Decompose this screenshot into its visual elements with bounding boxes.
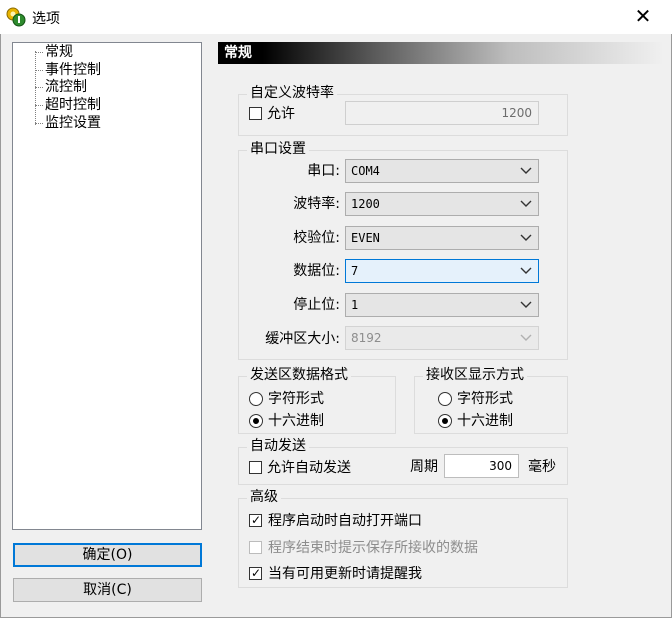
stopbits-select[interactable]: 1	[345, 293, 539, 317]
check-icon: ✓	[251, 513, 262, 527]
send-format-text-label: 字符形式	[268, 391, 324, 407]
close-icon[interactable]: ✕	[632, 5, 654, 27]
allow-auto-send-checkbox[interactable]	[249, 461, 262, 474]
chevron-down-icon	[520, 234, 532, 241]
recv-format-hex-radio[interactable]	[438, 414, 452, 428]
stopbits-label: 停止位:	[293, 297, 340, 313]
stopbits-value: 1	[351, 298, 359, 312]
title-bar: 选项 ✕	[0, 0, 672, 34]
tree-item-monitor-settings[interactable]: 监控设置	[35, 114, 101, 132]
app-options-icon	[6, 7, 26, 27]
radio-selected-dot	[442, 418, 448, 424]
databits-value: 7	[351, 264, 359, 278]
port-select[interactable]: COM4	[345, 159, 539, 183]
chevron-down-icon	[520, 167, 532, 174]
notify-updates-checkbox[interactable]: ✓	[249, 566, 262, 580]
period-input[interactable]: 300	[444, 454, 519, 478]
auto-send-title: 自动发送	[247, 437, 309, 455]
send-format-hex-radio[interactable]	[249, 414, 263, 428]
buffer-size-value: 8192	[351, 331, 382, 345]
databits-label: 数据位:	[293, 263, 340, 279]
parity-label: 校验位:	[293, 230, 340, 246]
custom-baud-title: 自定义波特率	[247, 84, 337, 102]
databits-select[interactable]: 7	[345, 259, 539, 283]
chevron-down-icon	[520, 334, 532, 341]
window-border	[0, 34, 1, 618]
notify-updates-label: 当有可用更新时请提醒我	[268, 566, 422, 582]
allow-custom-baud-label: 允许	[267, 106, 295, 122]
options-tree[interactable]: 常规 事件控制 流控制 超时控制 监控设置	[12, 42, 202, 530]
period-unit-label: 毫秒	[528, 459, 556, 475]
tree-item-timeout-control[interactable]: 超时控制	[35, 96, 101, 114]
ok-button[interactable]: 确定(O)	[13, 543, 202, 567]
baud-select[interactable]: 1200	[345, 192, 539, 216]
baud-value: 1200	[351, 197, 380, 211]
port-label: 串口:	[307, 163, 340, 179]
auto-open-port-label: 程序启动时自动打开端口	[268, 513, 422, 529]
tree-item-general[interactable]: 常规	[35, 43, 73, 61]
period-label: 周期	[410, 459, 438, 475]
recv-format-title: 接收区显示方式	[423, 366, 527, 384]
window-title: 选项	[32, 11, 60, 27]
prompt-save-data-checkbox[interactable]	[249, 541, 262, 554]
parity-select[interactable]: EVEN	[345, 226, 539, 250]
recv-format-text-radio[interactable]	[438, 392, 452, 406]
tree-item-event-control[interactable]: 事件控制	[35, 61, 101, 79]
send-format-title: 发送区数据格式	[247, 366, 351, 384]
tree-item-flow-control[interactable]: 流控制	[35, 78, 87, 96]
parity-value: EVEN	[351, 231, 380, 245]
allow-auto-send-label: 允许自动发送	[267, 460, 351, 476]
auto-open-port-checkbox[interactable]: ✓	[249, 513, 262, 527]
radio-selected-dot	[253, 418, 259, 424]
recv-format-hex-label: 十六进制	[457, 413, 513, 429]
chevron-down-icon	[520, 267, 532, 274]
allow-custom-baud-checkbox[interactable]	[249, 107, 262, 120]
advanced-title: 高级	[247, 488, 281, 506]
prompt-save-data-label: 程序结束时提示保存所接收的数据	[268, 540, 478, 556]
baud-label: 波特率:	[293, 196, 340, 212]
check-icon: ✓	[251, 566, 262, 580]
send-format-hex-label: 十六进制	[268, 413, 324, 429]
buffer-size-select[interactable]: 8192	[345, 326, 539, 350]
buffer-size-label: 缓冲区大小:	[265, 331, 340, 347]
cancel-button[interactable]: 取消(C)	[13, 578, 202, 602]
custom-baud-input[interactable]: 1200	[345, 101, 539, 125]
port-value: COM4	[351, 164, 380, 178]
chevron-down-icon	[520, 301, 532, 308]
recv-format-text-label: 字符形式	[457, 391, 513, 407]
chevron-down-icon	[520, 200, 532, 207]
send-format-text-radio[interactable]	[249, 392, 263, 406]
section-header: 常规	[218, 42, 664, 64]
serial-settings-title: 串口设置	[247, 140, 309, 158]
